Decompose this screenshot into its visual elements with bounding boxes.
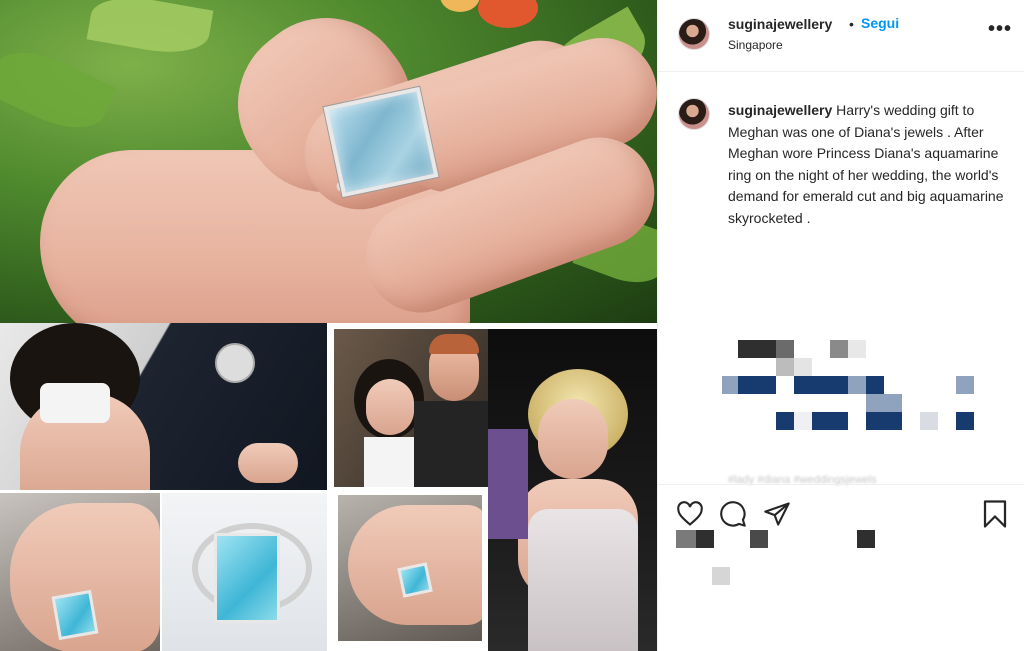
leaf: [0, 37, 118, 143]
post-panel: suginajewellery • Segui Singapore ••• su…: [657, 0, 1024, 651]
collage-couple-photo: [334, 329, 494, 487]
post-media[interactable]: [0, 0, 657, 651]
suit: [414, 401, 494, 487]
hand: [238, 443, 298, 483]
hair: [429, 334, 479, 354]
aquamarine-stone: [214, 533, 280, 623]
collage-hand-photo: [0, 493, 160, 651]
aquamarine-stone: [397, 562, 433, 598]
comment-icon[interactable]: [719, 500, 747, 528]
more-options-button[interactable]: •••: [988, 18, 1012, 41]
separator-dot: •: [849, 16, 854, 32]
top: [364, 437, 414, 487]
avatar[interactable]: [678, 18, 710, 50]
face: [366, 379, 414, 435]
collar: [40, 383, 110, 423]
leaf: [86, 0, 214, 61]
caption-username[interactable]: suginajewellery: [728, 102, 832, 118]
flower: [440, 0, 480, 12]
bookmark-icon[interactable]: [982, 499, 1008, 529]
post-header: suginajewellery • Segui Singapore •••: [658, 0, 1024, 72]
location-link[interactable]: Singapore: [728, 38, 783, 52]
caption-avatar[interactable]: [678, 98, 710, 130]
paper-plane-icon[interactable]: [763, 500, 791, 528]
face: [538, 399, 608, 479]
heart-icon[interactable]: [676, 501, 704, 527]
photo-collage: [0, 323, 657, 651]
dress: [528, 509, 638, 651]
suit: [488, 429, 528, 539]
post-caption: suginajewellery Harry's wedding gift to …: [728, 100, 1018, 229]
aquamarine-stone: [51, 589, 99, 641]
car-mirror: [215, 343, 255, 383]
collage-diana-photo: [488, 329, 657, 651]
follow-button[interactable]: Segui: [861, 15, 899, 31]
hand-ring-photo: [0, 0, 657, 323]
collage-hand-photo-2: [334, 491, 486, 645]
collage-ring-photo: [162, 493, 327, 651]
caption-text: Harry's wedding gift to Meghan was one o…: [728, 102, 1004, 226]
collage-car-photo: [0, 323, 327, 490]
flower: [478, 0, 538, 28]
username-link[interactable]: suginajewellery: [728, 16, 832, 32]
